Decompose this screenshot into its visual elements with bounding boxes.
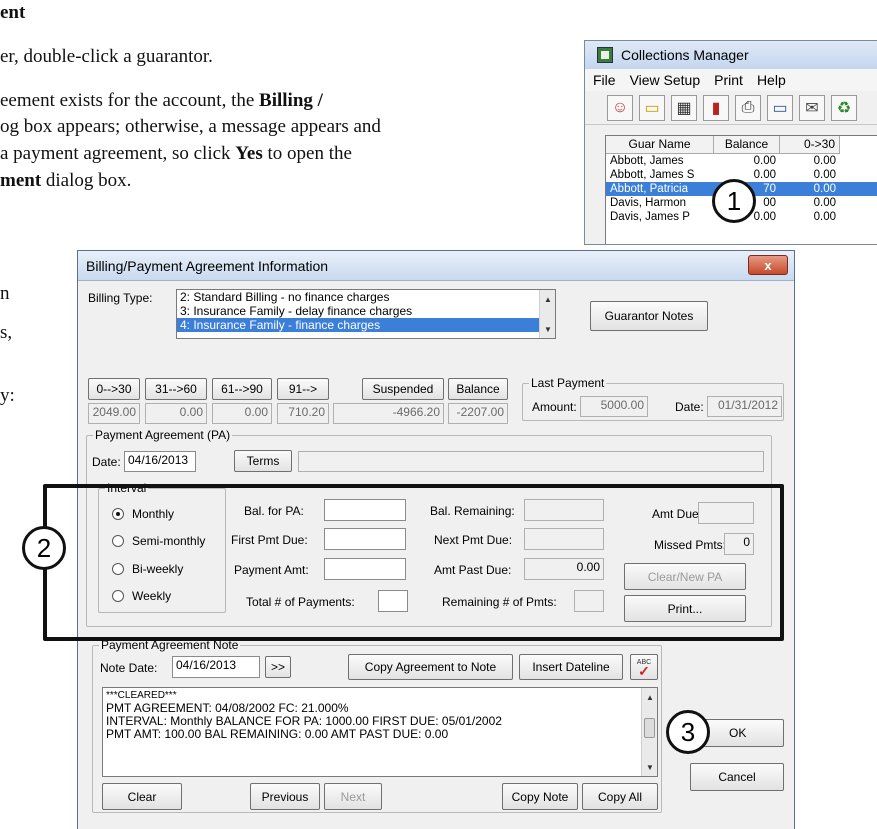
doc-heading: ent [0,2,26,23]
note-scrollbar[interactable]: ▲ ▼ [641,688,657,776]
envelope-icon[interactable]: ✉ [799,94,825,121]
next-date-button[interactable]: >> [265,656,291,678]
callout-3: 3 [666,710,710,754]
menu-file[interactable]: File [593,72,616,88]
cm-title-bar: Collections Manager [585,41,877,69]
doc-text: s, [0,322,13,343]
callout-2: 2 [22,526,66,570]
guarantor-notes-button[interactable]: Guarantor Notes [590,301,708,331]
aging-header-31-60: 31-->60 [145,378,207,400]
cm-title: Collections Manager [621,47,749,63]
cm-toolbar: ☺ ▭ ▦ ▮ ⎙ ▭ ✉ ♻ [585,91,877,125]
last-payment-amount-label: Amount: [532,400,577,414]
printer-icon[interactable]: ⎙ [735,94,761,121]
guarantor-list-header: Guar Name Balance 0->30 [606,136,877,154]
aging-header-suspended: Suspended [362,378,444,400]
aging-value-61-90: 0.00 [212,403,272,424]
recycle-icon[interactable]: ♻ [831,94,857,121]
aging-value-31-60: 0.00 [145,403,207,424]
previous-note-button[interactable]: Previous [250,783,320,810]
billing-type-label: Billing Type: [88,291,153,305]
billing-type-scrollbar[interactable]: ▲ ▼ [539,290,555,338]
spell-check-icon[interactable]: ABC ✓ [630,654,658,680]
scroll-thumb[interactable] [644,718,655,738]
aging-header-balance: Balance [448,378,508,400]
copy-all-button[interactable]: Copy All [582,783,658,810]
insert-dateline-button[interactable]: Insert Dateline [519,654,623,680]
note-line: PMT AMT: 100.00 BAL REMAINING: 0.00 AMT … [106,727,449,741]
folder-icon[interactable]: ▭ [639,94,665,121]
last-payment-date: 01/31/2012 [707,396,782,417]
last-payment-date-label: Date: [675,400,704,414]
aging-header-0-30: 0-->30 [88,378,140,400]
aging-header-91: 91--> [277,378,329,400]
note-date-label: Note Date: [100,661,158,675]
col-balance[interactable]: Balance [714,136,780,154]
aging-value-91: 710.20 [277,403,329,424]
book-icon[interactable]: ▮ [703,94,729,121]
guarantor-row[interactable]: Abbott, James 0.00 0.00 [606,154,877,168]
aging-value-0-30: 2049.00 [88,403,140,424]
billing-type-option[interactable]: 2: Standard Billing - no finance charges [177,290,555,304]
cancel-button[interactable]: Cancel [690,763,784,791]
highlight-box [43,484,784,641]
doc-text: ment dialog box. [0,170,132,191]
payment-agreement-legend: Payment Agreement (PA) [93,428,233,442]
billing-type-option[interactable]: 3: Insurance Family - delay finance char… [177,304,555,318]
pa-date-label: Date: [92,455,121,469]
note-text-area[interactable]: ***CLEARED*** PMT AGREEMENT: 04/08/2002 … [102,687,658,777]
check-mark-icon: ✓ [638,663,650,679]
menu-help[interactable]: Help [757,72,786,88]
close-icon[interactable]: x [748,255,788,275]
last-payment-legend: Last Payment [529,376,607,390]
note-date-field[interactable]: 04/16/2013 [172,656,260,678]
app-icon [597,47,613,63]
doc-text: y: [0,385,15,406]
cm-menu-bar: File View Setup Print Help [585,69,877,91]
doc-text: a payment agreement, so click Yes to ope… [0,143,352,164]
clear-note-button[interactable]: Clear [102,783,182,810]
doc-text: n [0,283,10,304]
scroll-down-icon[interactable]: ▼ [540,322,556,336]
col-0-30[interactable]: 0->30 [780,136,840,154]
billing-type-option-selected[interactable]: 4: Insurance Family - finance charges [177,318,555,332]
aging-value-balance: -2207.00 [448,403,508,424]
scroll-up-icon[interactable]: ▲ [540,292,556,306]
card-icon[interactable]: ▭ [767,94,793,121]
billing-type-list[interactable]: 2: Standard Billing - no finance charges… [176,289,556,339]
aging-header-61-90: 61-->90 [212,378,272,400]
pa-date-field[interactable]: 04/16/2013 [124,451,196,472]
calculator-icon[interactable]: ▦ [671,94,697,121]
callout-1: 1 [712,179,756,223]
doc-text: og box appears; otherwise, a message app… [0,116,381,137]
guarantor-icon[interactable]: ☺ [607,94,633,121]
doc-text: eement exists for the account, the Billi… [0,90,323,111]
menu-print[interactable]: Print [714,72,743,88]
terms-button[interactable]: Terms [234,450,292,472]
aging-value-suspended: -4966.20 [333,403,444,424]
copy-agreement-to-note-button[interactable]: Copy Agreement to Note [348,654,513,680]
dialog-title: Billing/Payment Agreement Information [86,257,329,274]
menu-view-setup[interactable]: View Setup [630,72,701,88]
terms-display [298,451,764,472]
scroll-up-icon[interactable]: ▲ [642,690,658,704]
last-payment-amount: 5000.00 [580,396,648,417]
scroll-down-icon[interactable]: ▼ [642,760,658,774]
next-note-button[interactable]: Next [324,783,382,810]
copy-note-button[interactable]: Copy Note [502,783,578,810]
col-guar-name[interactable]: Guar Name [606,136,714,154]
dialog-title-bar: Billing/Payment Agreement Information [78,251,794,281]
doc-text: er, double-click a guarantor. [0,46,213,67]
